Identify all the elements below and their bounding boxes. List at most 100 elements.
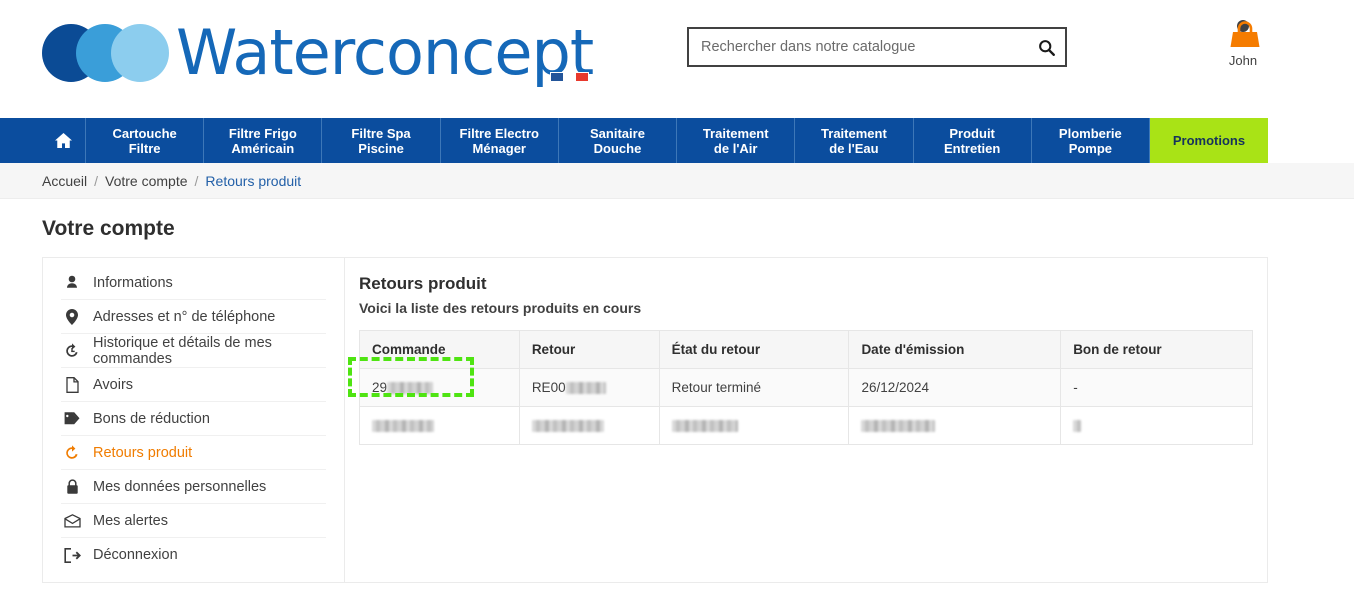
logo-circles-icon <box>42 24 170 82</box>
nav-item-traitement-de-lair[interactable]: Traitement de l'Air <box>677 118 795 163</box>
site-header: Waterconcept John <box>0 0 1354 118</box>
nav-label-line2: Américain <box>231 141 294 156</box>
nav-item-cartouche-filtre[interactable]: Cartouche Filtre <box>86 118 204 163</box>
home-icon <box>54 132 73 149</box>
sidebar-item-informations[interactable]: Informations <box>61 266 326 300</box>
search-icon <box>1038 39 1055 56</box>
nav-label-line1: Traitement <box>703 126 769 141</box>
cell-retour: RE00 <box>519 369 659 407</box>
nav-label-line1: Filtre Frigo <box>229 126 297 141</box>
sidebar-item-adresses[interactable]: Adresses et n° de téléphone <box>61 300 326 334</box>
cell-bon-de-retour <box>1061 407 1253 445</box>
logout-icon <box>63 546 81 564</box>
sidebar-item-bons-de-reduction[interactable]: Bons de réduction <box>61 402 326 436</box>
returns-subheading: Voici la liste des retours produits en c… <box>359 300 1253 316</box>
user-name-label: John <box>1220 53 1266 68</box>
search-input[interactable] <box>689 29 1027 65</box>
cell-date-demission: 26/12/2024 <box>849 369 1061 407</box>
cell-commande-text: 29 <box>372 380 387 395</box>
sidebar-item-label: Adresses et n° de téléphone <box>93 309 275 325</box>
sidebar-item-mes-alertes[interactable]: Mes alertes <box>61 504 326 538</box>
sidebar-item-label: Historique et détails de mes commandes <box>93 335 326 367</box>
nav-label-line1: Filtre Electro <box>460 126 539 141</box>
breadcrumb: Accueil / Votre compte / Retours produit <box>0 163 1354 199</box>
tag-icon <box>63 410 81 428</box>
breadcrumb-item-accueil[interactable]: Accueil <box>42 173 87 189</box>
nav-item-promotions[interactable]: Promotions <box>1150 118 1268 163</box>
search-bar[interactable] <box>687 27 1067 67</box>
redaction-block <box>387 382 433 394</box>
return-arrow-icon <box>63 444 81 462</box>
cell-bon-de-retour: - <box>1061 369 1253 407</box>
nav-left-spacer <box>0 118 42 163</box>
cart-button[interactable] <box>1228 20 1262 55</box>
history-icon <box>63 342 81 360</box>
column-header-commande: Commande <box>360 331 520 369</box>
nav-label-line2: Filtre <box>129 141 161 156</box>
cell-date-demission <box>849 407 1061 445</box>
nav-label-promotions: Promotions <box>1173 133 1245 148</box>
column-header-bon-de-retour: Bon de retour <box>1061 331 1253 369</box>
nav-label-line2: Entretien <box>944 141 1000 156</box>
nav-label-line2: Piscine <box>358 141 404 156</box>
nav-item-traitement-de-leau[interactable]: Traitement de l'Eau <box>795 118 913 163</box>
nav-label-line1: Cartouche <box>112 126 176 141</box>
sidebar-item-deconnexion[interactable]: Déconnexion <box>61 538 326 572</box>
nav-item-filtre-electro-menager[interactable]: Filtre Electro Ménager <box>441 118 559 163</box>
redaction-block <box>532 420 604 432</box>
nav-label-line2: Pompe <box>1069 141 1112 156</box>
site-logo[interactable]: Waterconcept <box>42 12 593 94</box>
nav-item-plomberie-pompe[interactable]: Plomberie Pompe <box>1032 118 1150 163</box>
sidebar-item-label: Mes données personnelles <box>93 479 266 495</box>
redaction-block <box>566 382 606 394</box>
table-row[interactable]: 29 RE00 Retour terminé 26/12/2024 - <box>360 369 1253 407</box>
cell-retour-text: RE00 <box>532 380 566 395</box>
breadcrumb-item-retours-produit[interactable]: Retours produit <box>205 173 301 189</box>
breadcrumb-separator: / <box>195 173 199 189</box>
logo-wordmark: Waterconcept <box>176 22 593 84</box>
nav-item-home[interactable] <box>42 118 86 163</box>
nav-item-filtre-frigo-americain[interactable]: Filtre Frigo Américain <box>204 118 322 163</box>
nav-item-filtre-spa-piscine[interactable]: Filtre Spa Piscine <box>322 118 440 163</box>
redaction-block <box>372 420 434 432</box>
nav-label-line1: Traitement <box>821 126 887 141</box>
table-row[interactable] <box>360 407 1253 445</box>
french-flag-icon <box>550 72 589 82</box>
returns-content: Retours produit Voici la liste des retou… <box>345 258 1267 582</box>
cell-etat-du-retour <box>659 407 849 445</box>
column-header-date-demission: Date d'émission <box>849 331 1061 369</box>
sidebar-item-label: Déconnexion <box>93 547 178 563</box>
file-icon <box>63 376 81 394</box>
column-header-retour: Retour <box>519 331 659 369</box>
user-icon <box>63 274 81 292</box>
sidebar-item-avoirs[interactable]: Avoirs <box>61 368 326 402</box>
nav-label-line2: de l'Air <box>714 141 758 156</box>
main-navigation: Cartouche Filtre Filtre Frigo Américain … <box>0 118 1354 163</box>
sidebar-item-historique[interactable]: Historique et détails de mes commandes <box>61 334 326 368</box>
nav-label-line1: Sanitaire <box>590 126 645 141</box>
sidebar-item-label: Avoirs <box>93 377 133 393</box>
nav-item-produit-entretien[interactable]: Produit Entretien <box>914 118 1032 163</box>
redaction-block <box>672 420 738 432</box>
logo-circle-light <box>111 24 169 82</box>
cell-retour <box>519 407 659 445</box>
sidebar-item-label: Retours produit <box>93 445 192 461</box>
breadcrumb-item-votre-compte[interactable]: Votre compte <box>105 173 188 189</box>
nav-label-line1: Plomberie <box>1059 126 1122 141</box>
search-submit-button[interactable] <box>1027 29 1065 65</box>
account-card: Informations Adresses et n° de téléphone… <box>42 257 1268 583</box>
sidebar-item-label: Mes alertes <box>93 513 168 529</box>
account-sidebar: Informations Adresses et n° de téléphone… <box>43 258 345 582</box>
sidebar-item-label: Informations <box>93 275 173 291</box>
cell-commande: 29 <box>360 369 520 407</box>
nav-label-line1: Produit <box>949 126 995 141</box>
return-status-text: Retour terminé <box>672 380 761 395</box>
shopping-bag-icon <box>1228 20 1262 50</box>
page-title: Votre compte <box>0 199 1354 257</box>
nav-item-sanitaire-douche[interactable]: Sanitaire Douche <box>559 118 677 163</box>
redaction-block <box>1073 420 1081 432</box>
sidebar-item-mes-donnees-personnelles[interactable]: Mes données personnelles <box>61 470 326 504</box>
sidebar-item-retours-produit[interactable]: Retours produit <box>61 436 326 470</box>
nav-label-line2: de l'Eau <box>829 141 878 156</box>
map-pin-icon <box>63 308 81 326</box>
